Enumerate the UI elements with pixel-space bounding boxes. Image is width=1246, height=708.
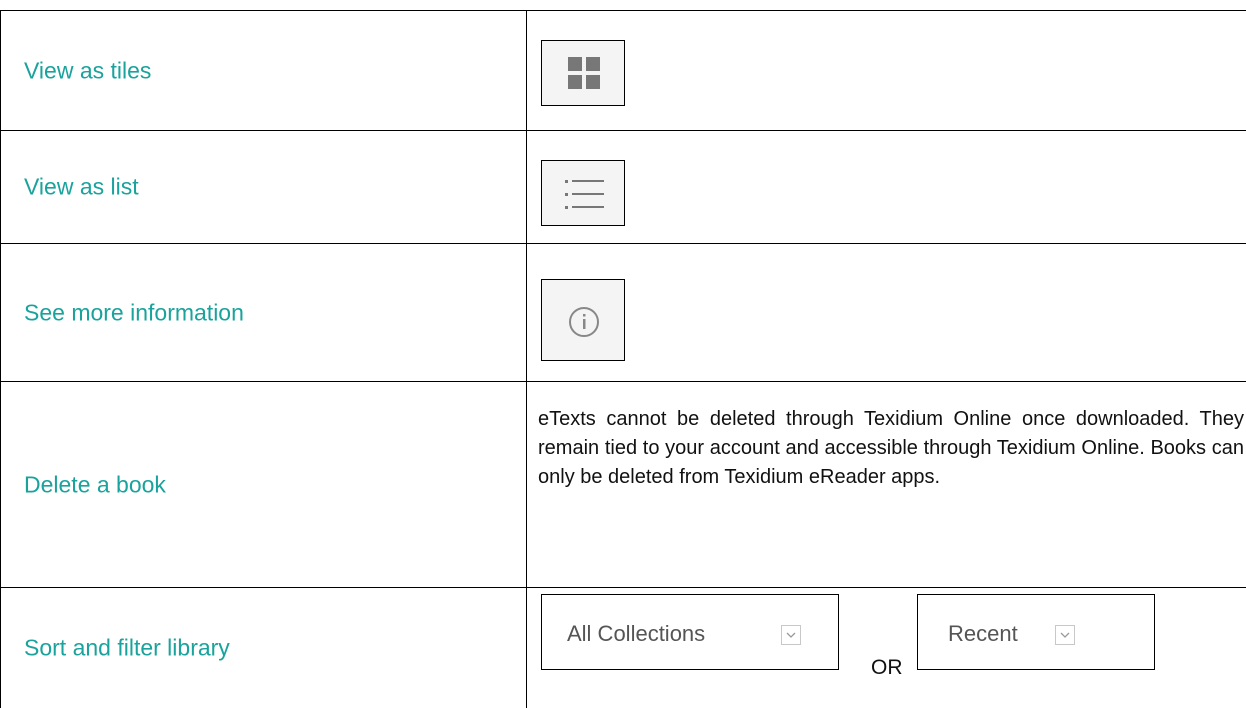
label-cell: Sort and filter library	[0, 588, 527, 708]
content-cell	[527, 11, 1246, 130]
content-cell: All Collections OR Recent	[527, 588, 1246, 708]
table-row: View as list	[0, 131, 1246, 244]
list-icon	[565, 180, 604, 209]
info-icon	[569, 307, 599, 337]
content-cell: eTexts cannot be deleted through Texidiu…	[527, 382, 1246, 587]
row-label: See more information	[24, 299, 244, 325]
label-cell: See more information	[0, 244, 527, 381]
help-table: View as tiles View as list See more info…	[0, 10, 1246, 708]
table-row: View as tiles	[0, 11, 1246, 131]
chevron-down-icon	[781, 625, 801, 645]
collections-select-value: All Collections	[567, 621, 706, 646]
table-row: Delete a book eTexts cannot be deleted t…	[0, 382, 1246, 588]
label-cell: View as list	[0, 131, 527, 243]
content-cell	[527, 244, 1246, 381]
row-label: Sort and filter library	[24, 634, 230, 661]
delete-description: eTexts cannot be deleted through Texidiu…	[538, 408, 1244, 488]
label-cell: Delete a book	[0, 382, 527, 587]
tiles-view-button[interactable]	[541, 40, 625, 106]
table-row: Sort and filter library All Collections …	[0, 588, 1246, 708]
chevron-down-icon	[1055, 625, 1075, 645]
label-cell: View as tiles	[0, 11, 527, 130]
grid-icon	[568, 57, 600, 89]
table-row: See more information	[0, 244, 1246, 382]
content-cell	[527, 131, 1246, 243]
row-label: Delete a book	[24, 471, 166, 497]
sort-select-value: Recent	[948, 621, 1018, 646]
row-label: View as list	[24, 173, 139, 200]
sort-select[interactable]: Recent	[917, 594, 1155, 670]
row-label: View as tiles	[24, 57, 152, 83]
or-separator: OR	[871, 656, 903, 679]
list-view-button[interactable]	[541, 160, 625, 226]
collections-select[interactable]: All Collections	[541, 594, 839, 670]
info-button[interactable]	[541, 279, 625, 361]
